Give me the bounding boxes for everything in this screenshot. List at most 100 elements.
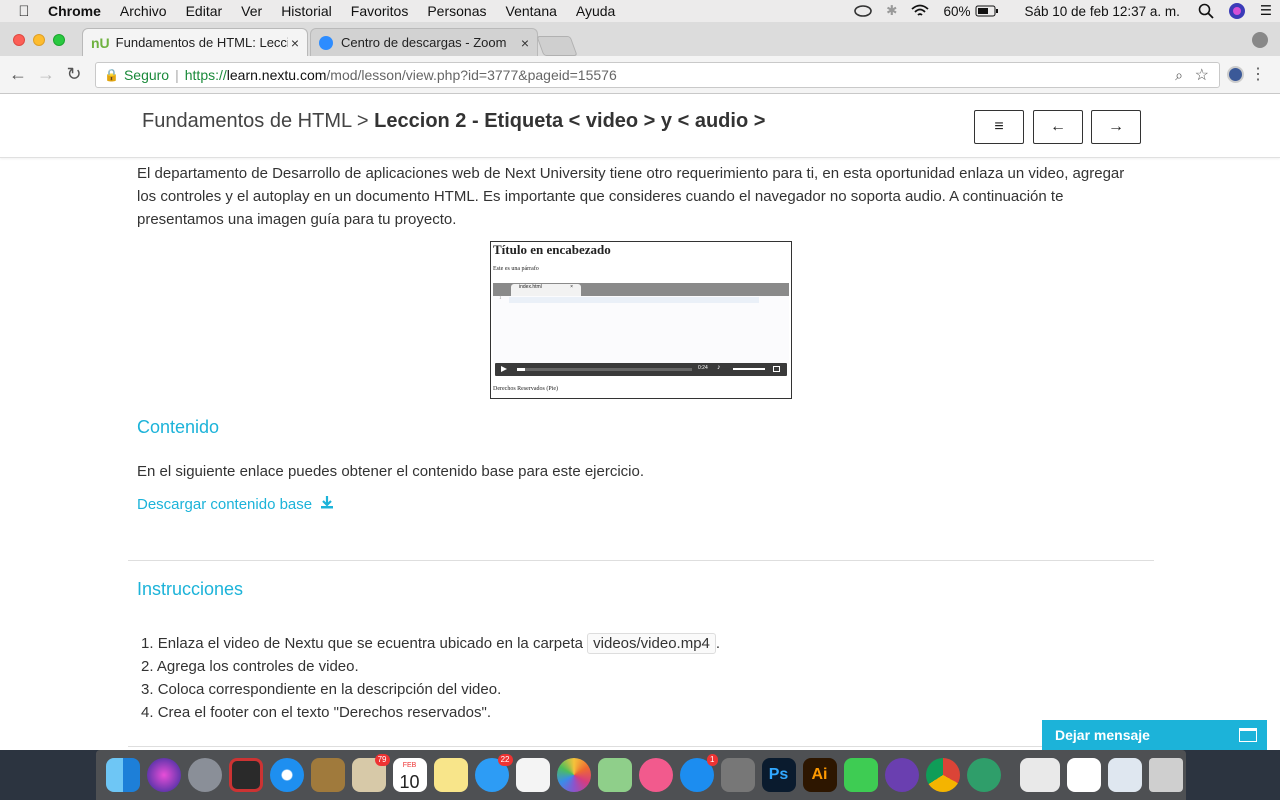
dock: 79 FEB 10 22 1 Ps Ai — [96, 750, 1186, 800]
breadcrumb-root[interactable]: Fundamentos de HTML — [142, 110, 351, 132]
tab-strip: nU Fundamentos de HTML: Leccio × Centro … — [0, 22, 1280, 56]
chrome-menu-icon[interactable]: ⋮ — [1250, 64, 1266, 84]
tab-close-icon[interactable]: × — [291, 35, 299, 51]
itunes-icon[interactable] — [638, 758, 673, 792]
launchpad-icon[interactable] — [187, 758, 222, 792]
paw-icon[interactable] — [1066, 758, 1101, 792]
mail-badge: 79 — [374, 754, 390, 766]
illustrator-icon[interactable]: Ai — [802, 758, 837, 792]
github-icon[interactable] — [884, 758, 919, 792]
guide-editor-tabbar: index.html × — [493, 283, 789, 296]
menu-ayuda[interactable]: Ayuda — [576, 3, 615, 19]
battery-percent[interactable]: 60% — [943, 4, 970, 19]
battery-icon[interactable] — [975, 5, 999, 17]
safari-icon[interactable] — [269, 758, 304, 792]
messages-badge: 22 — [497, 754, 513, 766]
menu-historial[interactable]: Historial — [281, 3, 332, 19]
instrucciones-heading: Instrucciones — [137, 579, 244, 599]
download-base-link[interactable]: Descargar contenido base — [137, 495, 334, 513]
guide-volume-icon: ♪ — [717, 363, 721, 371]
siri-icon[interactable] — [146, 758, 181, 792]
guide-editor-tab-close: × — [570, 284, 573, 290]
notes-brown-icon[interactable] — [310, 758, 345, 792]
tab-zoom-downloads[interactable]: Centro de descargas - Zoom × — [310, 28, 538, 56]
tab-close-icon[interactable]: × — [521, 35, 529, 51]
download-icon — [320, 495, 334, 513]
bluetooth-icon[interactable]: ✱ — [886, 3, 897, 19]
previous-page-button[interactable]: ← — [1033, 110, 1083, 144]
zoom-favicon — [319, 35, 333, 50]
menu-archivo[interactable]: Archivo — [120, 3, 167, 19]
extension-icon[interactable] — [1227, 66, 1244, 83]
finder-icon[interactable] — [105, 758, 140, 792]
notes-icon[interactable] — [433, 758, 468, 792]
mail-icon[interactable]: 79 — [351, 754, 390, 792]
new-tab-button[interactable] — [536, 36, 578, 56]
menu-personas[interactable]: Personas — [427, 3, 486, 19]
breadcrumb-current: Leccion 2 - Etiqueta < video > y < audio… — [374, 110, 766, 132]
instructions-list: 1. Enlaza el video de Nextu que se ecuen… — [141, 632, 720, 724]
lesson-header: Fundamentos de HTML > Leccion 2 - Etique… — [0, 94, 1280, 158]
photoshop-icon[interactable]: Ps — [761, 758, 796, 792]
intro-paragraph: El departamento de Desarrollo de aplicac… — [137, 165, 1125, 228]
messages-icon[interactable]: 22 — [474, 754, 513, 792]
notification-center-icon[interactable]: ☰ — [1260, 3, 1272, 19]
creative-cloud-icon[interactable] — [854, 4, 872, 18]
profile-icon[interactable] — [1252, 32, 1268, 48]
guide-title: Título en encabezado — [493, 242, 611, 257]
guide-fullscreen-icon — [773, 366, 780, 372]
guide-progress-track — [517, 368, 692, 371]
zoom-page-icon[interactable]: ⌕ — [1175, 67, 1183, 84]
menu-app-name[interactable]: Chrome — [48, 3, 101, 19]
close-window-button[interactable] — [13, 34, 25, 46]
system-preferences-icon[interactable] — [720, 758, 755, 792]
guide-footer: Derechos Reservados (Pie) — [493, 386, 558, 392]
lesson-menu-button[interactable]: ≡ — [974, 110, 1024, 144]
clock[interactable]: Sáb 10 de feb 12:37 a. m. — [1025, 4, 1180, 19]
folder-icon[interactable] — [1107, 758, 1142, 792]
next-page-button[interactable]: → — [1091, 110, 1141, 144]
photo-booth-icon[interactable] — [228, 758, 263, 792]
facetime-icon[interactable] — [843, 758, 878, 792]
instruction-text: Coloca correspondiente en la descripción… — [157, 681, 502, 698]
menu-favoritos[interactable]: Favoritos — [351, 3, 409, 19]
app-store-icon[interactable]: 1 — [679, 754, 718, 792]
spotlight-icon[interactable] — [1198, 3, 1214, 19]
chrome-icon[interactable] — [925, 758, 960, 792]
guide-time: 0:24 — [698, 365, 708, 371]
calendar-day: 10 — [399, 772, 420, 792]
reminders-icon[interactable] — [515, 758, 550, 792]
instruction-code: videos/video.mp4 — [587, 633, 716, 654]
trash-icon[interactable] — [1148, 758, 1183, 792]
guide-progress-fill — [517, 368, 525, 371]
tab-fundamentos-html[interactable]: nU Fundamentos de HTML: Leccio × — [82, 28, 308, 56]
contenido-text: En el siguiente enlace puedes obtener el… — [137, 463, 645, 480]
calendar-icon[interactable]: FEB 10 — [392, 758, 427, 792]
instruction-number: 1. — [141, 635, 154, 652]
instruction-item: 4. Crea el footer con el texto "Derechos… — [141, 701, 720, 724]
guide-editor-tab-label: index.html — [519, 284, 542, 290]
maps-icon[interactable] — [597, 758, 632, 792]
zoom-window-button[interactable] — [53, 34, 65, 46]
chat-window-icon — [1239, 728, 1257, 742]
siri-menubar-icon[interactable] — [1228, 2, 1246, 20]
lock-icon: 🔒 — [104, 68, 119, 82]
window-preview-icon[interactable] — [1019, 758, 1060, 792]
apple-icon[interactable]:  — [0, 3, 48, 20]
photos-icon[interactable] — [556, 758, 591, 792]
address-bar[interactable]: 🔒 Seguro | https:// learn.nextu.com /mod… — [95, 62, 1220, 88]
leave-message-widget[interactable]: Dejar mensaje — [1042, 720, 1267, 750]
bookmark-star-icon[interactable]: ☆ — [1195, 65, 1209, 85]
forward-icon[interactable]: → — [32, 64, 60, 85]
reload-icon[interactable]: ↻ — [60, 64, 88, 85]
minimize-window-button[interactable] — [33, 34, 45, 46]
menu-editar[interactable]: Editar — [186, 3, 223, 19]
back-icon[interactable]: ← — [4, 64, 32, 85]
calendar-month: FEB — [402, 762, 417, 769]
instruction-number: 4. — [141, 704, 154, 721]
atom-icon[interactable] — [966, 758, 1001, 792]
menu-ver[interactable]: Ver — [241, 3, 262, 19]
wifi-icon[interactable] — [911, 4, 930, 18]
menu-ventana[interactable]: Ventana — [506, 3, 557, 19]
instruction-item: 2. Agrega los controles de video. — [141, 655, 720, 678]
